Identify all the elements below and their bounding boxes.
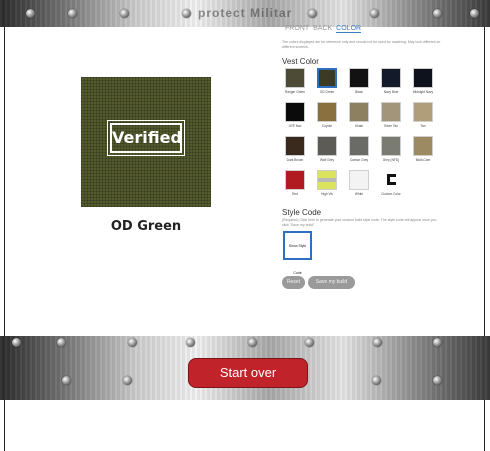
vest-color-title: Vest Color <box>282 57 319 66</box>
selected-color-name: OD Green <box>110 219 182 234</box>
rivet-icon <box>470 9 479 18</box>
rivet-icon <box>433 376 442 385</box>
color-swatch[interactable] <box>317 102 337 122</box>
color-swatch-label: Tan <box>420 124 426 128</box>
rivet-icon <box>26 9 35 18</box>
rivet-icon <box>12 338 21 347</box>
show-style-code-button[interactable]: Show Style Code <box>283 231 312 275</box>
color-swatch[interactable] <box>317 68 337 88</box>
color-swatch[interactable] <box>381 170 401 190</box>
site-title: protect Militar <box>198 6 293 20</box>
color-swatch[interactable] <box>381 68 401 88</box>
color-swatch[interactable] <box>349 102 369 122</box>
color-swatch-label: Red <box>292 192 298 196</box>
color-swatch[interactable] <box>285 102 305 122</box>
color-swatch[interactable] <box>413 68 433 88</box>
color-swatch[interactable] <box>349 170 369 190</box>
color-swatch[interactable] <box>349 136 369 156</box>
color-swatch-label: Navy Blue <box>383 90 399 94</box>
reset-button[interactable]: Reset <box>282 276 305 289</box>
rivet-icon <box>128 338 137 347</box>
color-swatch[interactable] <box>317 170 337 190</box>
color-swatch-label: LE® Nav <box>288 124 302 128</box>
tab-back[interactable]: BACK <box>313 25 332 33</box>
save-build-button[interactable]: Save my build <box>308 276 355 289</box>
rivet-icon <box>433 338 442 347</box>
color-swatch[interactable] <box>285 170 305 190</box>
color-swatch[interactable] <box>381 136 401 156</box>
color-swatch[interactable] <box>349 68 369 88</box>
color-swatch-label: Khaki <box>355 124 363 128</box>
style-code-description: (Required) Click here to generate your c… <box>282 218 437 227</box>
rivet-icon <box>305 338 314 347</box>
color-swatch-label: Custom Color <box>381 192 401 196</box>
rivet-icon <box>373 338 382 347</box>
style-code-title: Style Code <box>282 208 322 217</box>
rivet-icon <box>62 376 71 385</box>
rivet-icon <box>308 9 317 18</box>
verified-badge: Verified <box>107 120 185 156</box>
rivet-icon <box>123 376 132 385</box>
color-swatch[interactable] <box>413 136 433 156</box>
color-swatch-label: Coyote <box>321 124 333 128</box>
color-swatch[interactable] <box>413 102 433 122</box>
tab-color[interactable]: COLOR <box>336 25 362 33</box>
rivet-icon <box>370 9 379 18</box>
view-tabs: FRONT BACK COLOR <box>285 25 362 33</box>
start-over-button[interactable]: Start over <box>188 358 308 388</box>
rivet-icon <box>248 338 257 347</box>
custom-color-icon <box>387 174 396 185</box>
color-swatch-label: High Vis <box>321 192 333 196</box>
rivet-icon <box>68 9 77 18</box>
color-swatch-label: OD Green <box>319 90 335 94</box>
color-swatch-label: Carbon Grey <box>349 158 369 162</box>
color-swatch-label: Midnight Navy <box>412 90 434 94</box>
color-swatch-label: Multi-Cam <box>415 158 431 162</box>
color-swatch[interactable] <box>285 68 305 88</box>
header-metal-bar: protect Militar <box>0 0 490 27</box>
fabric-preview: Verified <box>81 77 211 207</box>
rivet-icon <box>433 9 442 18</box>
rivet-icon <box>372 376 381 385</box>
rivet-icon <box>57 338 66 347</box>
tab-front[interactable]: FRONT <box>285 25 309 33</box>
color-swatch-label: Wolf Grey <box>319 158 335 162</box>
color-swatch-label: Silver Tan <box>384 124 398 128</box>
color-swatch-label: Black <box>355 90 363 94</box>
rivet-icon <box>182 9 191 18</box>
color-swatch-label: Dark Brown <box>286 158 304 162</box>
rivet-icon <box>120 9 129 18</box>
color-swatch-label: White <box>354 192 364 196</box>
color-disclaimer: The colors displayed are for reference o… <box>282 40 441 49</box>
color-swatch[interactable] <box>381 102 401 122</box>
color-swatch-label: Grey (NFD) <box>382 158 400 162</box>
color-swatch-label: Ranger Green <box>284 90 306 94</box>
rivet-icon <box>186 338 195 347</box>
color-swatch[interactable] <box>317 136 337 156</box>
color-swatch[interactable] <box>285 136 305 156</box>
